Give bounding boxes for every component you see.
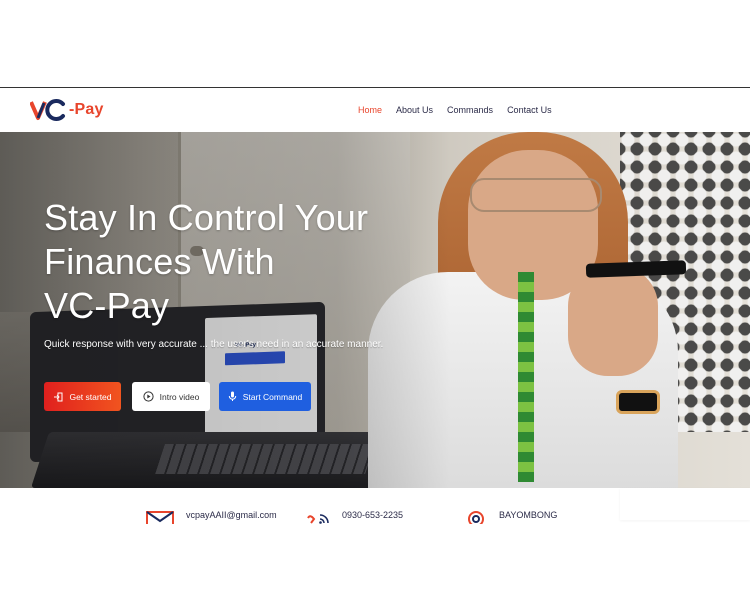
hero-title-line-2: Finances With	[44, 241, 275, 282]
phone-signal-icon	[307, 514, 329, 524]
contact-phone[interactable]: 0930-653-2235	[306, 510, 403, 524]
contact-location-value: BAYOMBONG	[499, 510, 558, 520]
top-whitespace	[0, 0, 750, 87]
nav-item-contact-us[interactable]: Contact Us	[507, 105, 552, 115]
get-started-button[interactable]: Get started	[44, 382, 121, 411]
contact-phone-value: 0930-653-2235	[342, 510, 404, 520]
contact-card-edge	[620, 488, 750, 520]
brand-logo[interactable]: -Pay	[30, 97, 104, 123]
hero-title-line-1: Stay In Control Your	[44, 197, 369, 238]
start-command-button[interactable]: Start Command	[219, 382, 311, 411]
contact-location[interactable]: BAYOMBONG	[467, 510, 557, 524]
login-icon	[54, 392, 63, 401]
contact-email-value: vcpayAAII@gmail.com	[186, 510, 277, 520]
start-command-label: Start Command	[242, 391, 303, 402]
get-started-label: Get started	[69, 391, 112, 402]
nav-item-home[interactable]: Home	[358, 105, 382, 115]
microphone-icon	[228, 391, 236, 401]
hero-subtitle: Quick response with very accurate ... th…	[44, 339, 384, 350]
brand-name: -Pay	[69, 101, 104, 119]
contact-email[interactable]: vcpayAAII@gmail.com	[146, 510, 277, 524]
mail-icon	[146, 511, 174, 524]
play-circle-icon	[143, 391, 154, 402]
navbar: -Pay Home About Us Commands Contact Us	[0, 88, 750, 132]
location-icon	[468, 511, 484, 524]
nav-item-commands[interactable]: Commands	[447, 105, 493, 115]
intro-video-button[interactable]: Intro video	[132, 382, 210, 411]
hero-title-line-3: VC-Pay	[44, 285, 170, 326]
intro-video-label: Intro video	[159, 391, 200, 402]
brand-name-text: -Pay	[69, 101, 104, 118]
main-nav: Home About Us Commands Contact Us	[358, 88, 552, 132]
nav-item-about-us[interactable]: About Us	[396, 105, 433, 115]
hero-title: Stay In Control Your Finances With VC-Pa…	[44, 196, 404, 328]
vc-logo-mark-icon	[30, 99, 65, 121]
